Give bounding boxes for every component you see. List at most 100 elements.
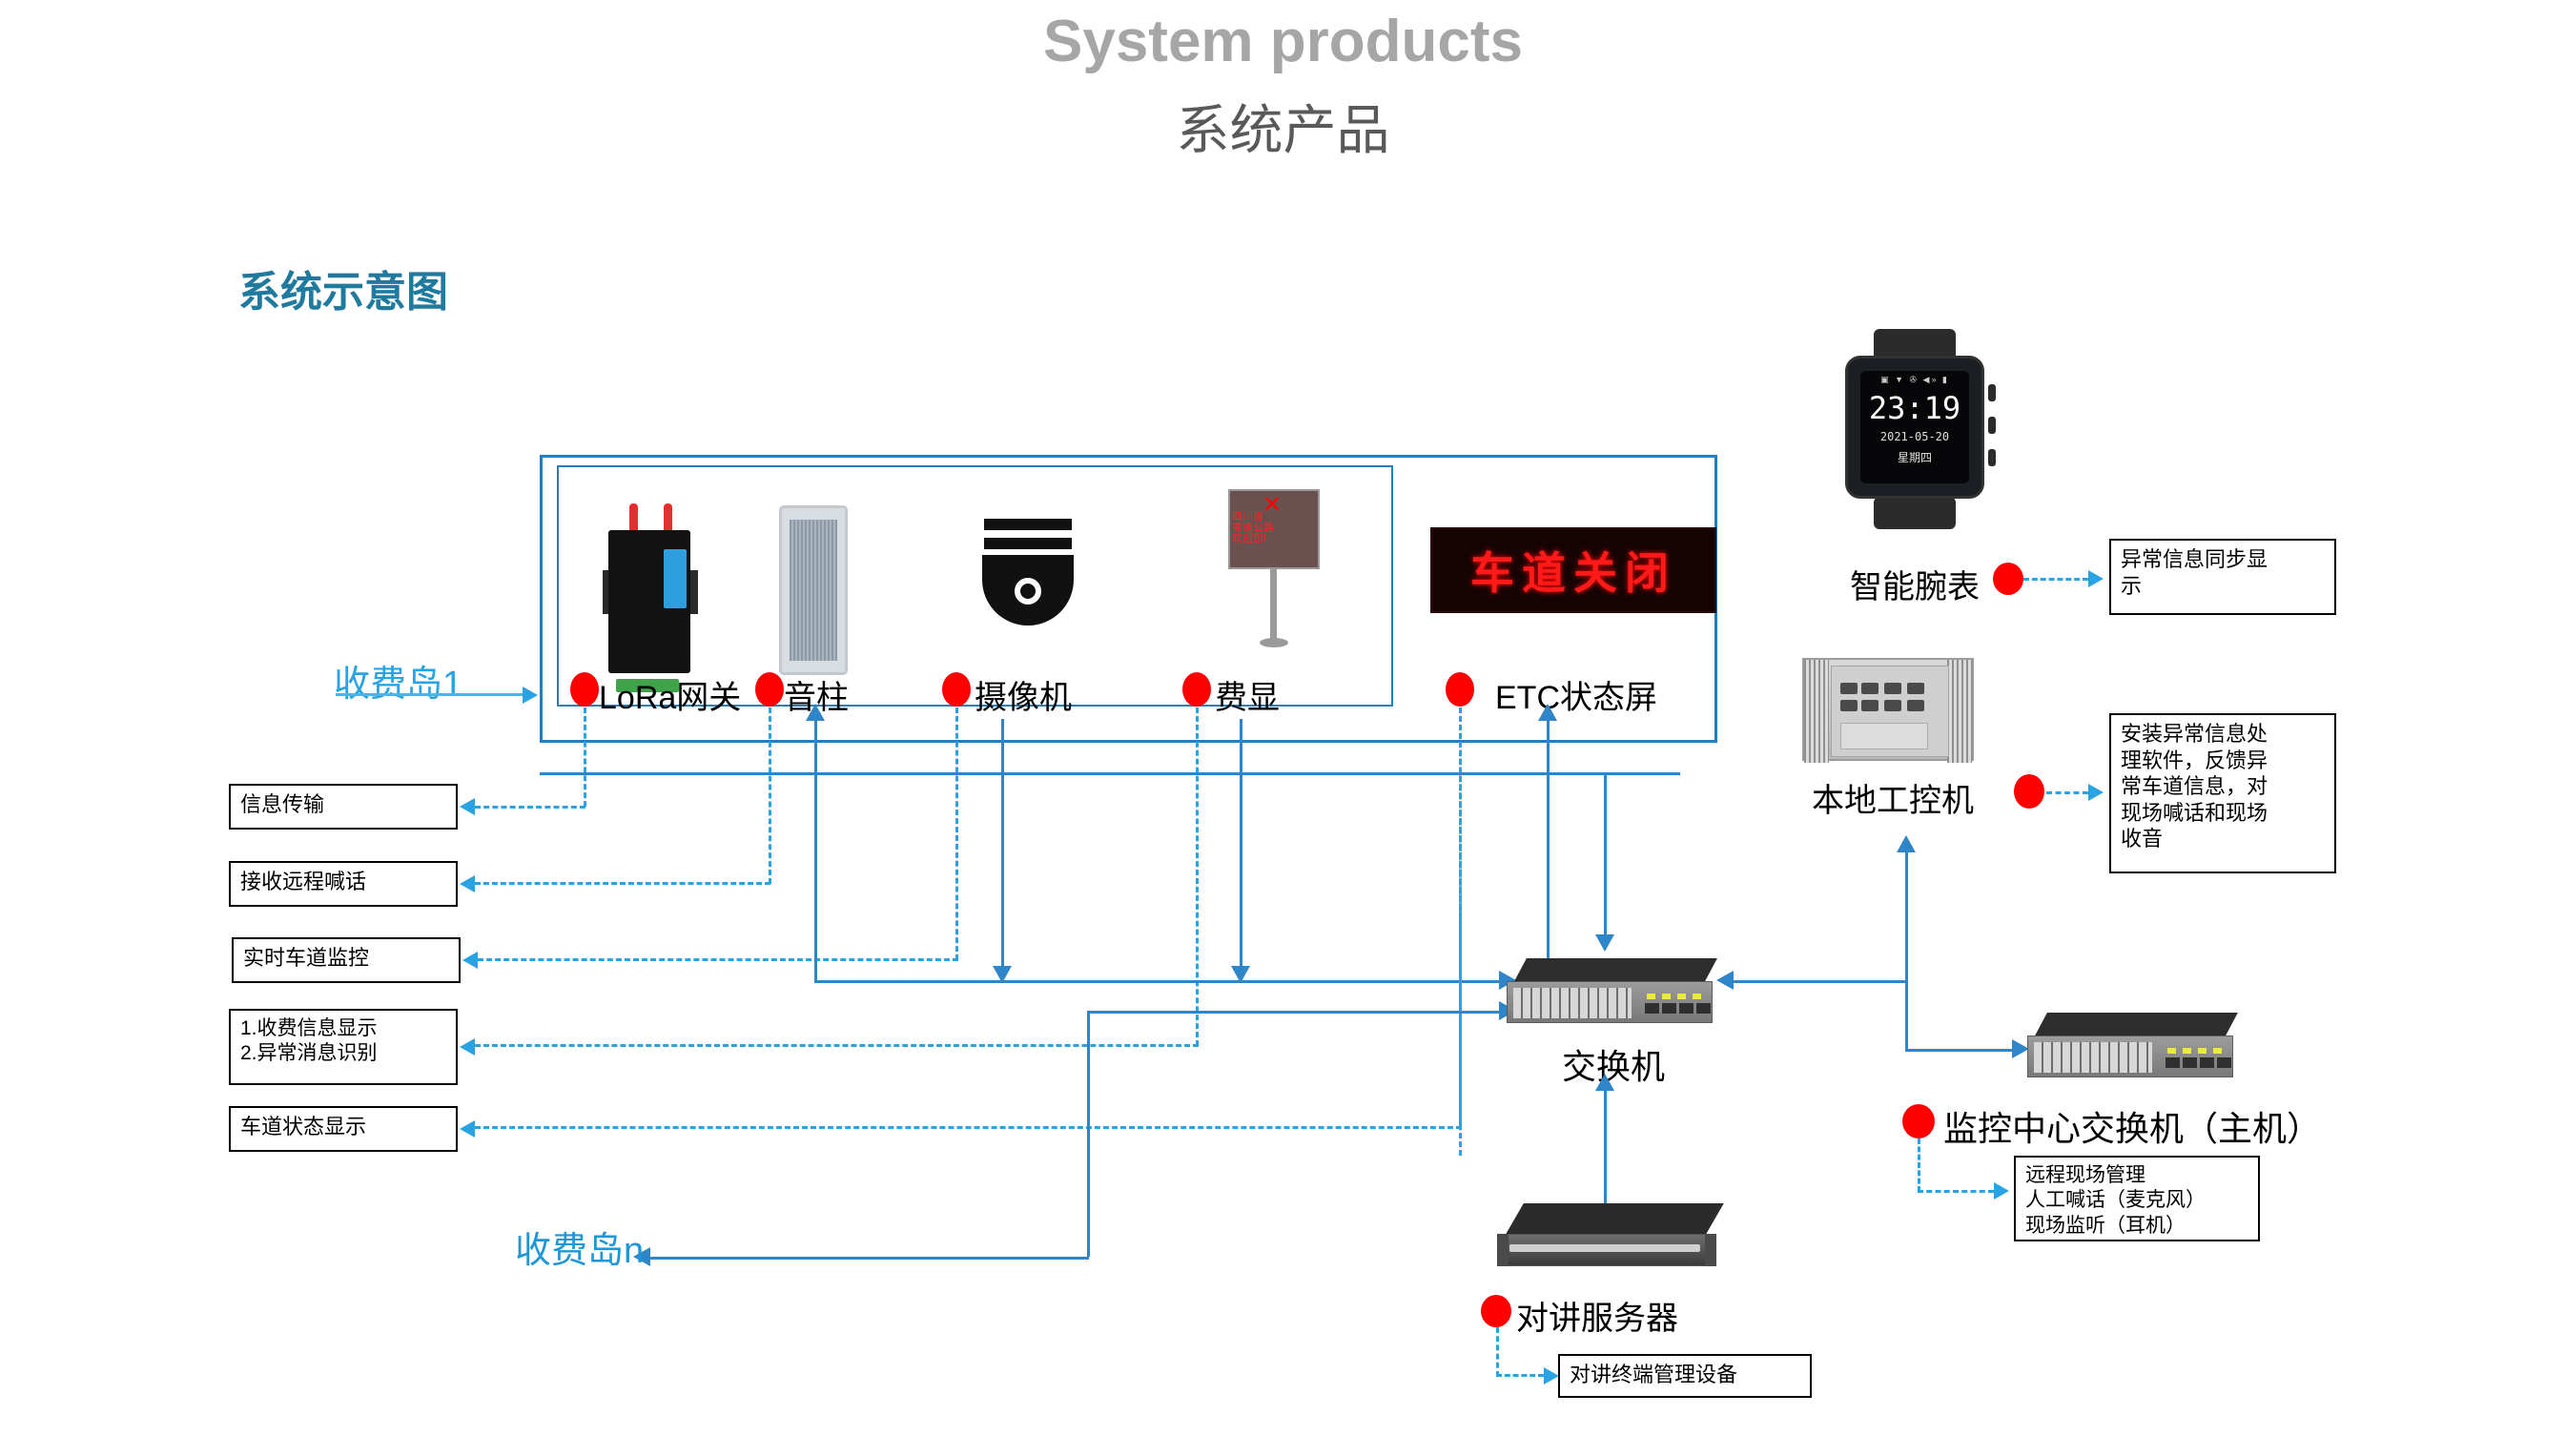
bus-to-switch-line-upper: [814, 980, 1506, 983]
center-switch-note-line: [1918, 1190, 1994, 1193]
watch-note-line: [2023, 578, 2088, 581]
label-industrial-pc: 本地工控机: [1812, 783, 1974, 819]
note-watch-sync-display: 异常信息同步显 示: [2109, 539, 2336, 615]
note-fee-line1: 1.收费信息显示: [240, 1017, 378, 1039]
note-lane-status-display: 车道状态显示: [229, 1106, 458, 1152]
label-intercom-server: 对讲服务器: [1516, 1301, 1678, 1337]
note-info-transmission-line1: 信息传输: [240, 792, 325, 816]
downlink-feedisplay-vertical: [1240, 719, 1242, 972]
industrial-pc-riser-arrowhead: [1897, 835, 1916, 852]
fee-sign-line3: 欢迎您!: [1232, 533, 1267, 545]
switch-icon: [1507, 958, 1717, 1025]
dot-industrial-pc: [2014, 774, 2044, 809]
lane-bus-line: [540, 772, 1680, 775]
switch-top-arrowhead: [1595, 934, 1614, 952]
note-realtime-lane-monitor: 实时车道监控: [232, 937, 461, 983]
dot-sound-column: [755, 672, 784, 707]
arrowhead-note-info-transmission: [460, 798, 475, 815]
route-feedisplay-vertical: [1196, 707, 1199, 1046]
dot-camera: [942, 672, 971, 707]
switch-dashed-vertical: [1459, 707, 1462, 1156]
fee-sign-line1: 四川省: [1232, 511, 1263, 523]
watch-time: 23:19: [1868, 390, 1961, 426]
note-intercom-terminal-device-line1: 对讲终端管理设备: [1570, 1363, 1738, 1386]
watch-date: 2021-05-20: [1879, 430, 1950, 443]
bus-to-switch-line-lower: [1087, 1011, 1507, 1014]
toll-island-n-line: [650, 1257, 1089, 1260]
toll-island-first-arrowhead: [523, 687, 538, 704]
intercom-server-icon: [1497, 1203, 1726, 1270]
intercom-note-riser: [1496, 1327, 1499, 1377]
toll-island-first-arrow-line: [336, 693, 523, 696]
note-ipc-line4: 现场喊话和现场: [2121, 800, 2268, 825]
uplink-speaker-vertical: [814, 719, 817, 980]
industrial-pc-note-arrowhead: [2088, 784, 2104, 801]
note-receive-remote-call-line1: 接收远程喊话: [240, 870, 367, 893]
uplink-etc-vertical: [1547, 719, 1550, 988]
label-center-switch: 监控中心交换机（主机）: [1943, 1109, 2322, 1148]
note-fee-and-abnormal: 1.收费信息显示 2.异常消息识别: [229, 1009, 458, 1085]
note-center-switch-line2: 人工喊话（麦克风）: [2025, 1189, 2206, 1212]
route-lora-horizontal: [475, 806, 585, 809]
intercom-note-line: [1496, 1374, 1544, 1377]
note-center-switch-remote: 远程现场管理 人工喊话（麦克风） 现场监听（耳机）: [2014, 1156, 2260, 1241]
route-lora-vertical: [584, 707, 586, 807]
route-etc-horizontal: [475, 1126, 1462, 1129]
industrial-pc-to-center-switch-line: [1905, 1049, 2018, 1052]
label-lora-gateway: LoRa网关: [599, 680, 742, 716]
note-ipc-line3: 常车道信息，对: [2121, 774, 2268, 798]
dome-camera-icon: [982, 513, 1078, 637]
route-speaker-vertical: [769, 707, 771, 884]
note-realtime-lane-monitor-line1: 实时车道监控: [243, 946, 370, 970]
note-receive-remote-call: 接收远程喊话: [229, 861, 458, 907]
smart-watch-icon: ▣ ▼ ✇ ◀» ▮ 23:19 2021-05-20 星期四: [1845, 329, 1996, 529]
note-ipc-line2: 理软件，反馈异: [2121, 748, 2268, 772]
arrowhead-note-realtime-lane-monitor: [462, 952, 478, 969]
toll-island-first-label: 收费岛1: [334, 665, 463, 705]
arrowhead-note-receive-remote-call: [460, 875, 475, 892]
note-center-switch-line3: 现场监听（耳机）: [2025, 1214, 2186, 1237]
note-intercom-terminal-device: 对讲终端管理设备: [1558, 1354, 1812, 1398]
etc-panel-text: 车道关闭: [1470, 548, 1676, 598]
watch-statusbar-icons: ▣ ▼ ✇ ◀» ▮: [1880, 375, 1949, 384]
note-lane-status-display-line1: 车道状态显示: [240, 1115, 367, 1138]
dot-smart-watch: [1993, 563, 2023, 595]
downlink-camera-vertical: [1001, 719, 1004, 972]
uplink-etc-arrowhead: [1538, 704, 1557, 721]
arrowhead-note-fee-and-abnormal: [460, 1038, 475, 1056]
route-camera-horizontal: [478, 958, 958, 961]
dot-intercom-server: [1481, 1295, 1511, 1327]
industrial-pc-to-switch-arrowhead: [1716, 971, 1734, 990]
dot-lora-gateway: [570, 672, 599, 707]
note-ipc-line1: 安装异常信息处: [2121, 722, 2268, 746]
lora-gateway-icon: [603, 503, 698, 692]
watch-note-arrowhead: [2088, 570, 2104, 587]
arrowhead-note-lane-status-display: [460, 1120, 475, 1138]
dot-etc-status-screen: [1446, 672, 1474, 707]
fee-display-sign-icon: ✕ 四川省 高速公路 欢迎您!: [1228, 489, 1324, 653]
note-industrial-pc-software: 安装异常信息处 理软件，反馈异 常车道信息，对 现场喊话和现场 收音: [2109, 713, 2336, 873]
switch-bottom-arrowhead: [1595, 1074, 1614, 1091]
label-fee-display: 费显: [1215, 680, 1280, 716]
led-panel-icon: 车道关闭: [1430, 527, 1716, 615]
dot-center-switch: [1902, 1104, 1935, 1138]
switch-bottom-line: [1604, 1087, 1607, 1211]
uplink-speaker-arrowhead: [806, 704, 825, 721]
center-switch-icon: [2027, 1013, 2238, 1079]
system-diagram-slide: System products 系统产品 系统示意图 收费岛1 ✕ 四川省 高速…: [0, 0, 2566, 1456]
note-ipc-line5: 收音: [2121, 827, 2164, 851]
dot-fee-display: [1182, 672, 1211, 707]
note-center-switch-line1: 远程现场管理: [2025, 1164, 2145, 1186]
label-camera: 摄像机: [975, 680, 1072, 716]
toll-island-n-riser: [1087, 1011, 1090, 1257]
fee-sign-text: 四川省 高速公路 欢迎您!: [1232, 511, 1274, 545]
intercom-note-arrowhead: [1544, 1367, 1559, 1384]
center-switch-note-arrowhead: [1994, 1182, 2009, 1200]
industrial-pc-note-line: [2046, 791, 2088, 794]
industrial-pc-icon: [1802, 658, 1978, 765]
switch-top-line: [1604, 772, 1607, 936]
note-fee-line2: 2.异常消息识别: [240, 1042, 378, 1065]
note-info-transmission: 信息传输: [229, 784, 458, 830]
route-speaker-horizontal: [475, 882, 770, 885]
watch-weekday: 星期四: [1897, 451, 1932, 464]
